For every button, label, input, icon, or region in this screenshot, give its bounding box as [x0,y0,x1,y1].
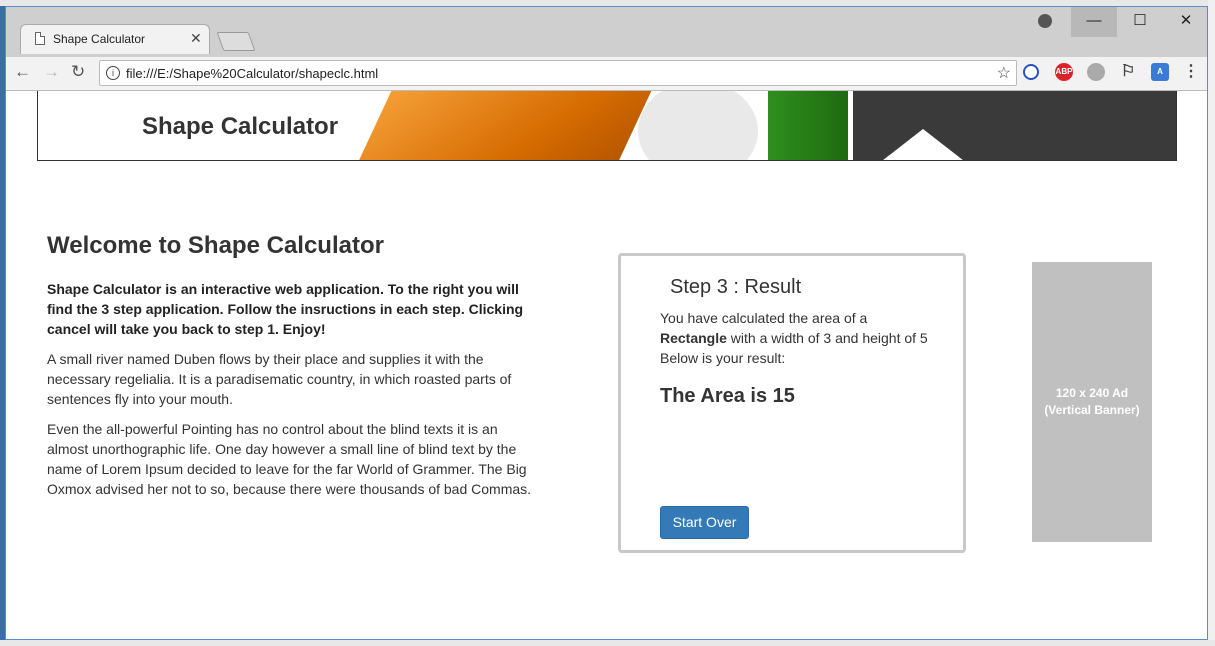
area-result: The Area is 15 [660,385,795,407]
intro-section: Welcome to Shape Calculator Shape Calcul… [47,231,532,509]
tab-close-icon[interactable]: ✕ [190,30,202,47]
ad-label-line1: 120 x 240 Ad [1055,386,1129,400]
minimize-button[interactable]: — [1071,7,1117,37]
intro-lead: Shape Calculator is an interactive web a… [47,281,524,337]
translate-icon[interactable]: A [1151,63,1169,81]
result-heading: Step 3 : Result [670,276,802,298]
new-tab-button[interactable] [216,32,256,51]
ad-banner[interactable]: 120 x 240 Ad (Vertical Banner) [1032,262,1152,542]
ad-label: 120 x 240 Ad (Vertical Banner) [1032,385,1152,419]
close-window-button[interactable]: ✕ [1163,7,1207,37]
result-message-start: You have calculated the area of a [660,310,868,326]
adblock-plus-icon[interactable]: ABP [1055,63,1073,81]
result-message: You have calculated the area of a Rectan… [660,308,930,368]
globe-icon[interactable] [1087,63,1105,81]
result-shape-name: Rectangle [660,330,727,346]
menu-icon[interactable]: ⋮ [1182,63,1200,81]
start-over-button[interactable]: Start Over [660,506,749,539]
intro-paragraph-2: Even the all-powerful Pointing has no co… [47,421,532,497]
reload-button[interactable]: ↻ [71,62,85,82]
bookmark-star-icon[interactable]: ☆ [997,63,1011,83]
title-bar: Shape Calculator ✕ — ☐ ✕ [6,7,1207,57]
url-text[interactable]: file:///E:/Shape%20Calculator/shapeclc.h… [126,66,378,81]
browser-toolbar: ← → ↻ i file:///E:/Shape%20Calculator/sh… [6,57,1207,91]
desktop-background-right [1208,0,1215,646]
desktop-background-bottom [0,640,1215,646]
ad-label-line2: (Vertical Banner) [1044,403,1140,417]
tab-shape-calculator[interactable]: Shape Calculator ✕ [20,24,210,54]
address-bar[interactable]: i file:///E:/Shape%20Calculator/shapeclc… [99,60,1017,86]
document-icon [35,32,45,45]
bookmark-icon[interactable]: ⚐ [1119,63,1137,81]
forward-button[interactable]: → [43,62,60,82]
browser-window: Shape Calculator ✕ — ☐ ✕ ← → ↻ i file://… [5,6,1208,640]
info-icon[interactable]: i [106,66,120,80]
tab-title: Shape Calculator [53,32,146,46]
result-panel: Step 3 : Result You have calculated the … [618,253,966,553]
block-icon[interactable] [1023,64,1039,80]
gray-shape-graphic [638,91,758,160]
site-title: Shape Calculator [142,113,339,140]
maximize-button[interactable]: ☐ [1117,7,1163,37]
back-button[interactable]: ← [14,62,31,82]
intro-paragraph-1: A small river named Duben flows by their… [47,351,512,407]
header-banner: Shape Calculator [37,91,1177,161]
green-shape-graphic [768,91,848,160]
page-heading: Welcome to Shape Calculator [47,232,384,259]
white-triangle-graphic [878,129,968,160]
orange-shape-graphic [335,91,661,160]
profile-icon[interactable] [1038,14,1052,28]
page-content: Shape Calculator Welcome to Shape Calcul… [6,91,1207,639]
